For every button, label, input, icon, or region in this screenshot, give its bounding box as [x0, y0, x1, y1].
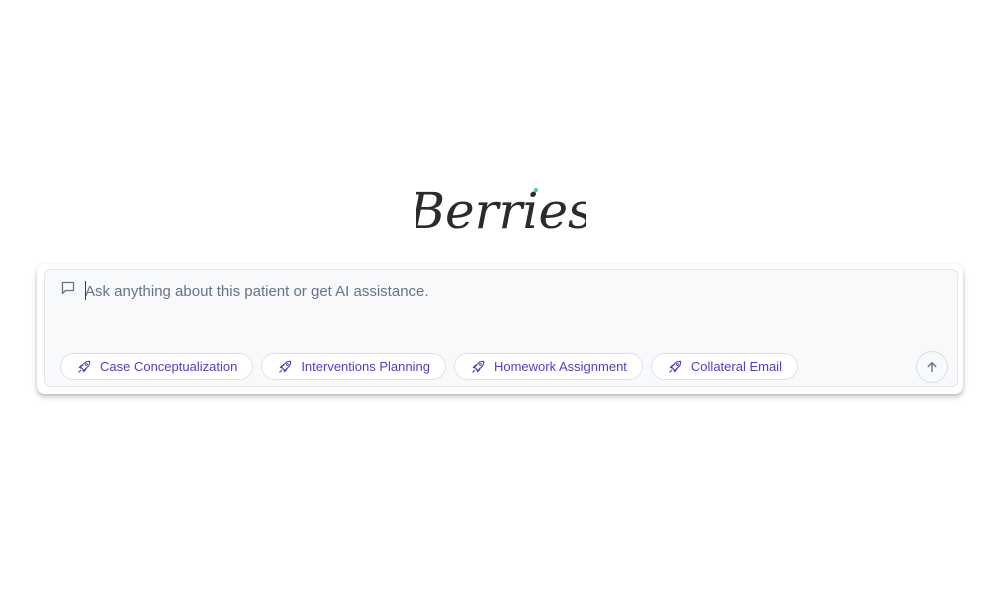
message-square-icon — [61, 281, 75, 295]
text-caret — [85, 281, 86, 300]
quick-action-chips: Case Conceptualization Interventions Pla… — [60, 353, 798, 380]
rocket-icon — [78, 360, 91, 373]
brand-logo-text: Berries — [416, 182, 586, 240]
rocket-icon — [472, 360, 485, 373]
chip-label: Homework Assignment — [493, 359, 627, 374]
chat-composer: Case Conceptualization Interventions Pla… — [44, 269, 958, 387]
brand-accent-dot — [533, 188, 538, 192]
chip-label: Interventions Planning — [301, 359, 430, 374]
chip-label: Case Conceptualization — [100, 359, 238, 374]
arrow-up-icon — [927, 362, 937, 373]
send-button[interactable] — [916, 351, 948, 383]
chip-collateral-email[interactable]: Collateral Email — [650, 353, 798, 380]
chip-label: Collateral Email — [690, 359, 782, 374]
chip-homework-assignment[interactable]: Homework Assignment — [453, 353, 643, 380]
brand-logo: Berries — [0, 176, 1001, 246]
chip-interventions-planning[interactable]: Interventions Planning — [261, 353, 446, 380]
chip-case-conceptualization[interactable]: Case Conceptualization — [60, 353, 254, 380]
rocket-icon — [279, 360, 292, 373]
rocket-icon — [669, 360, 682, 373]
chat-input[interactable] — [85, 280, 905, 302]
